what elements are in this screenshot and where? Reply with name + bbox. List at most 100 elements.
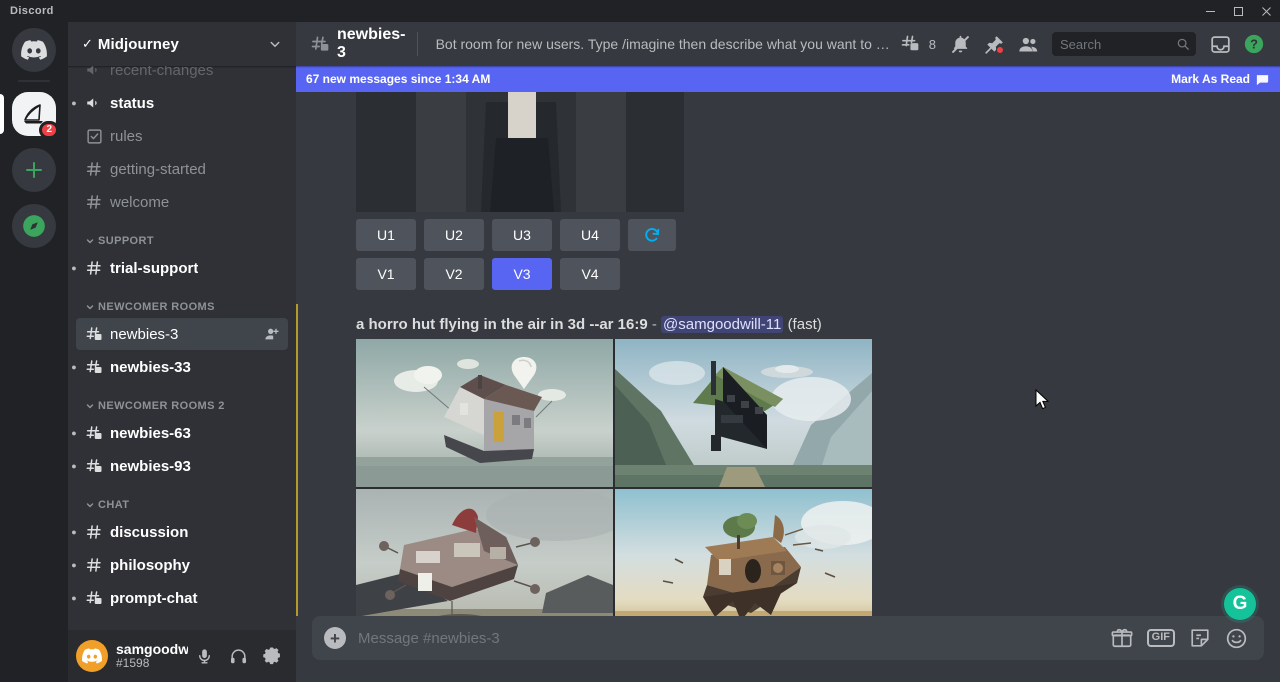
- server-item-add[interactable]: [0, 142, 68, 198]
- upscale-button-u2[interactable]: U2: [424, 219, 484, 251]
- variation-button-v4[interactable]: V4: [560, 258, 620, 290]
- server-item-explore[interactable]: [0, 198, 68, 254]
- upscale-button-u4[interactable]: U4: [560, 219, 620, 251]
- sidebar-category-chat[interactable]: CHAT: [68, 483, 296, 515]
- sidebar-channel-label: status: [110, 95, 154, 112]
- sidebar-item-newbies-3[interactable]: newbies-3: [76, 318, 288, 350]
- app-title: Discord: [10, 5, 54, 17]
- threads-icon[interactable]: [894, 28, 926, 60]
- message-image-partial[interactable]: [356, 92, 684, 212]
- channel-list[interactable]: recent-changes ● status rules: [68, 66, 296, 630]
- grammarly-icon[interactable]: G: [1224, 588, 1256, 620]
- help-icon[interactable]: ?: [1238, 28, 1270, 60]
- variation-button-v2[interactable]: V2: [424, 258, 484, 290]
- notifications-muted-icon[interactable]: [944, 28, 976, 60]
- server-item-home[interactable]: [0, 22, 68, 78]
- header-actions: 8 Search: [894, 28, 1270, 60]
- guild-name: Midjourney: [98, 36, 179, 53]
- message-list[interactable]: U1 U2 U3 U4 V1 V2: [296, 66, 1280, 616]
- sidebar-channel-recent-changes[interactable]: recent-changes: [76, 66, 288, 86]
- guild-header[interactable]: ✓ Midjourney: [68, 22, 296, 66]
- image-quadrant-1[interactable]: [356, 339, 613, 487]
- attach-button[interactable]: +: [312, 616, 358, 660]
- sticker-icon[interactable]: [1189, 627, 1211, 649]
- sidebar-category-support[interactable]: SUPPORT: [68, 219, 296, 251]
- compass-icon: [12, 204, 56, 248]
- sidebar-channel-getting-started[interactable]: getting-started: [76, 153, 288, 185]
- message-input-placeholder[interactable]: Message #newbies-3: [358, 630, 1111, 647]
- unread-dot-icon: ●: [69, 362, 79, 372]
- avatar[interactable]: [76, 640, 108, 672]
- server-item-midjourney[interactable]: 2: [0, 86, 68, 142]
- chevron-down-icon: [84, 235, 96, 247]
- sidebar-category-newcomer-rooms-2[interactable]: NEWCOMER ROOMS 2: [68, 384, 296, 416]
- server-rail: 2: [0, 22, 68, 682]
- maximize-icon[interactable]: [1224, 0, 1252, 22]
- sidebar-channel-trial-support[interactable]: ● trial-support: [76, 252, 288, 284]
- upscale-button-u1[interactable]: U1: [356, 219, 416, 251]
- message-composer[interactable]: + Message #newbies-3 GIF: [312, 616, 1264, 660]
- composer-actions: GIF: [1111, 627, 1248, 650]
- pinned-messages-icon[interactable]: [978, 28, 1010, 60]
- image-quadrant-3[interactable]: [356, 489, 613, 616]
- sidebar-channel-status[interactable]: ● status: [76, 87, 288, 119]
- gift-icon[interactable]: [1111, 627, 1133, 649]
- headphones-icon[interactable]: [222, 640, 254, 672]
- midjourney-sailboat-icon: 2: [12, 92, 56, 136]
- chevron-down-icon: [84, 301, 96, 313]
- variation-button-v3[interactable]: V3: [492, 258, 552, 290]
- sidebar-channel-label: newbies-3: [110, 326, 178, 343]
- hash-icon: [84, 522, 104, 542]
- variation-button-row-previous: V1 V2 V3 V4: [312, 251, 1264, 290]
- chevron-down-icon: [84, 400, 96, 412]
- upscale-button-u3[interactable]: U3: [492, 219, 552, 251]
- header-divider: [417, 32, 418, 56]
- image-quadrant-2[interactable]: [615, 339, 872, 487]
- minimize-icon[interactable]: [1196, 0, 1224, 22]
- new-messages-bar[interactable]: 67 new messages since 1:34 AM Mark As Re…: [296, 66, 1280, 92]
- inbox-icon[interactable]: [1204, 28, 1236, 60]
- user-info[interactable]: samgoodw... #1598: [116, 641, 188, 671]
- channel-header: newbies-3 Bot room for new users. Type /…: [296, 22, 1280, 66]
- image-quadrant-4[interactable]: [615, 489, 872, 616]
- message-scroll-region[interactable]: U1 U2 U3 U4 V1 V2: [296, 66, 1280, 616]
- rules-icon: [84, 126, 104, 146]
- sidebar-channel-newbies-33[interactable]: ● newbies-33: [76, 351, 288, 383]
- channel-sidebar: ✓ Midjourney recent-changes ●: [68, 22, 296, 682]
- sidebar-channel-welcome[interactable]: welcome: [76, 186, 288, 218]
- channel-topic[interactable]: Bot room for new users. Type /imagine th…: [436, 36, 894, 52]
- sidebar-channel-newbies-93[interactable]: ● newbies-93: [76, 450, 288, 482]
- message-image-grid[interactable]: [356, 339, 872, 616]
- hash-thread-icon: [84, 456, 104, 476]
- add-member-icon[interactable]: [264, 326, 280, 342]
- search-input[interactable]: Search: [1052, 32, 1196, 56]
- sidebar-channel-prompt-chat[interactable]: ● prompt-chat: [76, 582, 288, 614]
- discord-logo-icon: [12, 28, 56, 72]
- message-prompt-line: a horro hut flying in the air in 3d --ar…: [312, 304, 1264, 339]
- sidebar-channel-philosophy[interactable]: ● philosophy: [76, 549, 288, 581]
- sidebar-channel-label: discussion: [110, 524, 188, 541]
- sidebar-channel-newbies-63[interactable]: ● newbies-63: [76, 417, 288, 449]
- page-title: newbies-3: [337, 26, 409, 62]
- sidebar-channel-discussion[interactable]: ● discussion: [76, 516, 288, 548]
- sidebar-channel-rules[interactable]: rules: [76, 120, 288, 152]
- gif-icon[interactable]: GIF: [1147, 629, 1175, 647]
- sidebar-channel-label: newbies-93: [110, 458, 191, 475]
- microphone-icon[interactable]: [188, 640, 220, 672]
- close-icon[interactable]: [1252, 0, 1280, 22]
- variation-button-v1[interactable]: V1: [356, 258, 416, 290]
- username: samgoodw...: [116, 641, 188, 657]
- sidebar-category-newcomer-rooms[interactable]: NEWCOMER ROOMS: [68, 285, 296, 317]
- window-titlebar: Discord: [0, 0, 1280, 22]
- gear-icon[interactable]: [256, 640, 288, 672]
- emoji-icon[interactable]: [1225, 627, 1248, 650]
- hash-icon: [84, 258, 104, 278]
- members-icon[interactable]: [1012, 28, 1044, 60]
- mark-as-read-button[interactable]: Mark As Read: [1171, 72, 1270, 87]
- mention-user[interactable]: @samgoodwill-11: [661, 316, 783, 333]
- announcement-icon: [84, 66, 104, 80]
- thread-count: 8: [929, 37, 936, 52]
- mark-as-read-label: Mark As Read: [1171, 72, 1250, 86]
- unread-dot-icon: ●: [69, 98, 79, 108]
- reroll-icon[interactable]: [628, 219, 676, 251]
